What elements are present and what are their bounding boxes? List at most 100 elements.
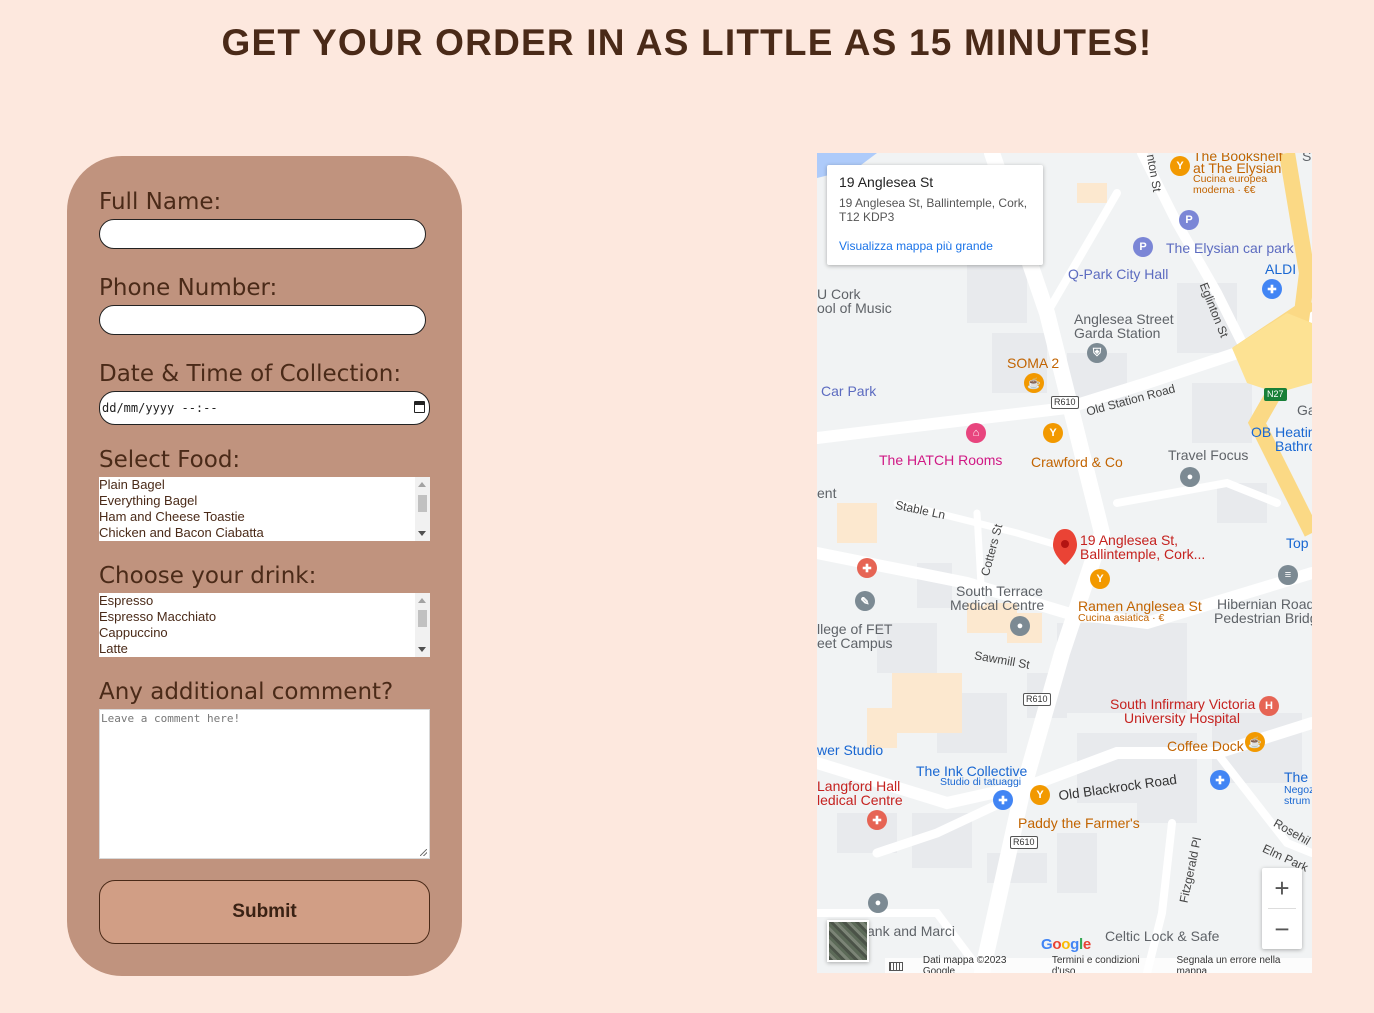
food-option[interactable]: Chicken and Bacon Ciabatta [99, 525, 430, 541]
place-label[interactable]: The HATCH Rooms [879, 453, 1002, 467]
place-label[interactable]: Crawford & Co [1031, 455, 1123, 469]
comment-textarea[interactable]: Leave a comment here! [99, 709, 430, 859]
place-label[interactable]: Car Park [821, 384, 876, 398]
medical-icon[interactable]: ✚ [867, 810, 887, 830]
place-label[interactable]: S [1302, 153, 1311, 163]
drink-select[interactable]: Espresso Espresso Macchiato Cappuccino L… [99, 593, 430, 657]
shop-icon[interactable]: ✚ [1210, 770, 1230, 790]
place-label[interactable]: Pedestrian Bridge [1214, 611, 1312, 625]
info-address: 19 Anglesea St, Ballintemple, Cork, T12 … [839, 196, 1028, 224]
scroll-down-icon[interactable] [418, 531, 426, 536]
info-title: 19 Anglesea St [839, 174, 934, 190]
larger-map-link[interactable]: Visualizza mappa più grande [839, 239, 993, 253]
place-label[interactable]: U Cork [817, 287, 861, 301]
place-label[interactable]: The Elysian car park [1166, 241, 1294, 255]
zoom-out-button[interactable]: − [1262, 909, 1302, 949]
place-label[interactable]: Travel Focus [1168, 448, 1248, 462]
scroll-down-icon[interactable] [418, 647, 426, 652]
drink-option[interactable]: Latte [99, 641, 430, 657]
scroll-up-icon[interactable] [418, 598, 426, 603]
place-label[interactable]: Medical Centre [950, 598, 1044, 612]
hospital-icon[interactable]: H [1259, 696, 1279, 716]
drink-scrollbar[interactable] [415, 593, 430, 657]
place-label[interactable]: Anglesea Street [1074, 312, 1174, 326]
food-option[interactable]: Plain Bagel [99, 477, 430, 493]
place-label[interactable]: llege of FET [817, 622, 892, 636]
page-title: GET YOUR ORDER IN AS LITTLE AS 15 MINUTE… [221, 22, 1153, 63]
place-label[interactable]: SOMA 2 [1007, 356, 1059, 370]
restaurant-icon[interactable]: Y [1170, 156, 1190, 176]
place-label[interactable]: Top O [1286, 536, 1312, 550]
place-label[interactable]: The [1284, 770, 1308, 784]
place-label[interactable]: South Terrace [956, 584, 1043, 598]
satellite-toggle-button[interactable] [827, 920, 869, 962]
place-label[interactable]: Celtic Lock & Safe [1105, 929, 1219, 943]
zoom-in-button[interactable]: + [1262, 868, 1302, 908]
bar-icon[interactable]: Y [1030, 785, 1050, 805]
parking-icon[interactable]: P [1133, 237, 1153, 257]
keyboard-icon[interactable] [889, 961, 903, 971]
school-icon[interactable]: ✎ [855, 591, 875, 611]
report-error-link[interactable]: Segnala un errore nella mappa [1177, 955, 1312, 973]
parking-icon[interactable]: P [1179, 210, 1199, 230]
selected-pin-label[interactable]: 19 Anglesea St, Ballintemple, Cork... [1080, 533, 1220, 561]
shop-icon[interactable]: ✚ [993, 790, 1013, 810]
place-label[interactable]: ool of Music [817, 301, 892, 315]
food-select[interactable]: Plain Bagel Everything Bagel Ham and Che… [99, 477, 430, 541]
food-option[interactable]: Everything Bagel [99, 493, 430, 509]
drink-option[interactable]: Espresso Macchiato [99, 609, 430, 625]
place-label[interactable]: Hibernian Road [1217, 597, 1312, 611]
location-icon[interactable]: ● [1180, 467, 1200, 487]
place-label[interactable]: Coffee Dock [1167, 739, 1244, 753]
place-label[interactable]: Ramen Anglesea St [1078, 599, 1202, 613]
hotel-icon[interactable]: ⌂ [966, 423, 986, 443]
resize-grip-icon[interactable] [420, 849, 427, 856]
datetime-label: Date & Time of Collection: [99, 361, 402, 387]
place-label[interactable]: eet Campus [817, 636, 892, 650]
place-label[interactable]: ank and Marci [867, 924, 955, 938]
place-label[interactable]: ALDI [1265, 262, 1296, 276]
full-name-label: Full Name: [99, 189, 222, 215]
drink-option[interactable]: Espresso [99, 593, 430, 609]
place-label[interactable]: wer Studio [817, 743, 883, 757]
location-icon[interactable]: ● [868, 893, 888, 913]
scroll-thumb[interactable] [418, 610, 427, 627]
bridge-icon[interactable]: ≡ [1278, 565, 1298, 585]
datetime-input[interactable]: dd/mm/yyyy --:-- [99, 391, 430, 425]
place-label[interactable]: Langford Hall [817, 779, 900, 793]
bar-icon[interactable]: Y [1043, 423, 1063, 443]
place-label[interactable]: Paddy the Farmer's [1018, 816, 1140, 830]
phone-input[interactable] [99, 305, 426, 335]
police-icon[interactable]: ⛨ [1087, 343, 1107, 363]
shopping-cart-icon[interactable]: ✚ [1262, 279, 1282, 299]
route-badge: R610 [1023, 693, 1051, 706]
location-icon[interactable]: ● [1010, 616, 1030, 636]
place-label[interactable]: OB Heatin [1251, 425, 1312, 439]
place-label[interactable]: South Infirmary Victoria [1110, 697, 1255, 711]
route-badge: N27 [1264, 388, 1287, 401]
map-data-credit: Dati mappa ©2023 Google [922, 955, 1007, 973]
shop-icon[interactable]: ✚ [857, 558, 877, 578]
place-label[interactable]: ent [817, 486, 836, 500]
place-label[interactable]: Bathro [1275, 439, 1312, 453]
full-name-input[interactable] [99, 219, 426, 249]
route-badge: R610 [1010, 836, 1038, 849]
scroll-thumb[interactable] [418, 495, 427, 512]
zoom-controls: + − [1262, 868, 1302, 949]
place-label[interactable]: Garda Station [1074, 326, 1160, 340]
terms-link[interactable]: Termini e condizioni d'uso [1052, 955, 1165, 973]
scroll-up-icon[interactable] [418, 482, 426, 487]
food-option[interactable]: Ham and Cheese Toastie [99, 509, 430, 525]
place-label[interactable]: Q-Park City Hall [1068, 267, 1168, 281]
calendar-icon[interactable] [414, 401, 425, 413]
place-label[interactable]: University Hospital [1124, 711, 1240, 725]
submit-button[interactable]: Submit [99, 880, 430, 944]
food-scrollbar[interactable] [415, 477, 430, 541]
drink-option[interactable]: Cappuccino [99, 625, 430, 641]
cafe-icon[interactable]: ☕ [1024, 373, 1044, 393]
cafe-icon[interactable]: ☕ [1245, 732, 1265, 752]
place-label[interactable]: ledical Centre [817, 793, 903, 807]
restaurant-icon[interactable]: Y [1090, 569, 1110, 589]
place-label[interactable]: Ga [1297, 403, 1312, 417]
map-embed[interactable]: Y P P ✚ ⛨ ☕ Y ⌂ ● ✚ Y ✎ ● ≡ H ☕ ✚ ✚ Y ✚ … [817, 153, 1312, 973]
